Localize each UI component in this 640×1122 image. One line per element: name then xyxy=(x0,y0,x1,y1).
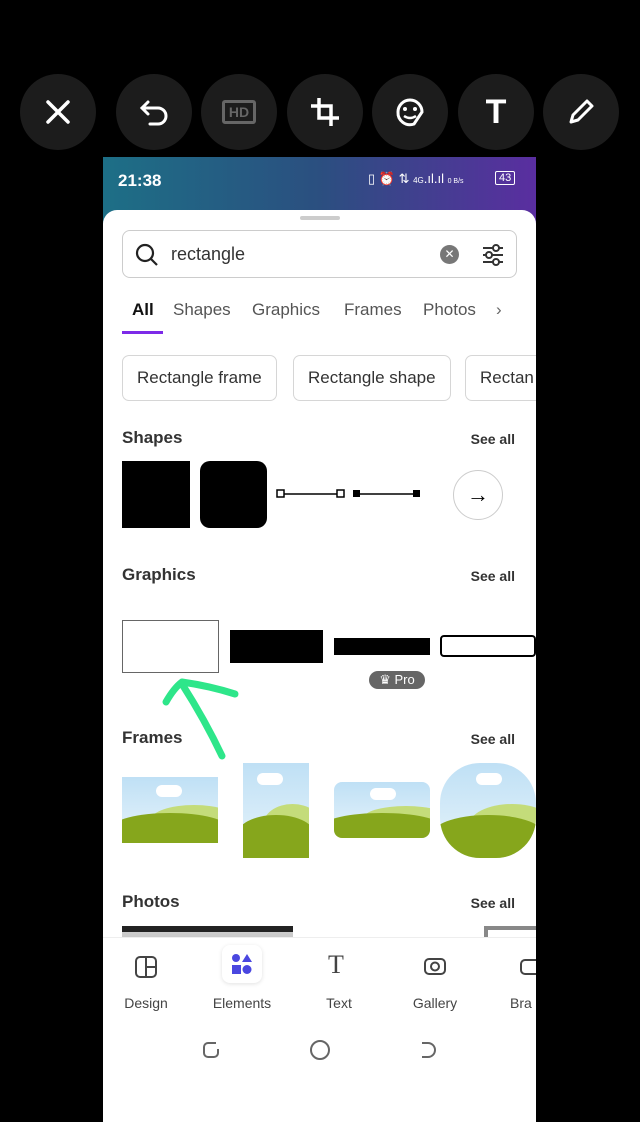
undo-button[interactable] xyxy=(116,74,192,150)
sticker-button[interactable] xyxy=(372,74,448,150)
elements-panel: rectangle ✕ All Shapes Graphics Frames P… xyxy=(103,210,536,1122)
suggestion-chip[interactable]: Rectan xyxy=(465,355,536,401)
pencil-icon xyxy=(569,99,594,124)
close-icon xyxy=(46,100,70,124)
nav-design[interactable]: Design xyxy=(103,995,191,1011)
tab-photos[interactable]: Photos xyxy=(423,300,476,320)
black-bar-graphic[interactable] xyxy=(334,638,430,655)
blob-frame[interactable] xyxy=(440,763,536,858)
undo-icon xyxy=(139,100,168,126)
elements-icon xyxy=(232,954,252,974)
landscape-frame[interactable] xyxy=(122,777,218,843)
rounded-outline-graphic[interactable] xyxy=(440,635,536,657)
nav-elements[interactable]: Elements xyxy=(197,995,287,1011)
search-field[interactable]: rectangle ✕ xyxy=(122,230,517,278)
home-icon[interactable] xyxy=(309,1039,331,1061)
bottom-nav xyxy=(103,937,536,1122)
tab-shapes[interactable]: Shapes xyxy=(173,300,231,320)
more-shapes-arrow-icon[interactable]: → xyxy=(453,470,503,520)
design-icon xyxy=(135,956,157,978)
clear-search-icon[interactable]: ✕ xyxy=(440,245,459,264)
hd-button[interactable]: HD xyxy=(201,74,277,150)
chevron-right-icon[interactable]: › xyxy=(496,300,502,320)
crop-rotate-button[interactable] xyxy=(287,74,363,150)
section-title-shapes: Shapes xyxy=(122,428,183,447)
sticker-icon xyxy=(396,98,424,127)
see-all-shapes[interactable]: See all xyxy=(471,431,515,447)
square-shape[interactable] xyxy=(122,461,190,528)
annotation-arrow-icon xyxy=(162,678,239,760)
tab-all[interactable]: All xyxy=(132,300,154,320)
line-shapes[interactable] xyxy=(275,488,425,500)
see-all-photos[interactable]: See all xyxy=(471,895,515,911)
see-all-frames[interactable]: See all xyxy=(471,731,515,747)
hd-icon: HD xyxy=(221,100,257,124)
nav-gallery[interactable]: Gallery xyxy=(390,995,480,1011)
text-tool-button[interactable]: T xyxy=(458,74,534,150)
rounded-square-shape[interactable] xyxy=(200,461,267,528)
portrait-frame[interactable] xyxy=(243,763,309,858)
pencil-button[interactable] xyxy=(543,74,619,150)
drag-handle[interactable] xyxy=(300,216,340,220)
brand-icon xyxy=(520,959,536,975)
search-icon xyxy=(135,243,158,266)
crop-rotate-icon xyxy=(311,98,339,126)
pro-badge: ♛ Pro xyxy=(369,671,425,689)
close-button[interactable] xyxy=(20,74,96,150)
recent-apps-icon[interactable] xyxy=(201,1040,221,1060)
black-rectangle-graphic[interactable] xyxy=(230,630,323,663)
tab-graphics[interactable]: Graphics xyxy=(252,300,320,320)
nav-brand[interactable]: Bra xyxy=(483,995,536,1011)
see-all-graphics[interactable]: See all xyxy=(471,568,515,584)
phone-screenshot: 21:38 ▯ ⏰ ⇅ 4G.ıl.ıl 0 B/s 43 rectangle … xyxy=(103,157,536,1122)
filter-icon[interactable] xyxy=(481,243,505,267)
section-title-photos: Photos xyxy=(122,892,180,911)
rounded-frame[interactable] xyxy=(334,782,430,838)
text-icon: T xyxy=(485,92,507,131)
back-icon[interactable] xyxy=(417,1040,437,1060)
text-icon: T xyxy=(328,950,344,979)
suggestion-chip[interactable]: Rectangle shape xyxy=(293,355,451,401)
camera-icon xyxy=(424,958,446,975)
battery-indicator: 43 xyxy=(495,171,516,185)
search-input[interactable]: rectangle xyxy=(171,244,245,265)
rectangle-outline-graphic[interactable] xyxy=(122,620,219,673)
suggestion-chip[interactable]: Rectangle frame xyxy=(122,355,277,401)
active-tab-indicator xyxy=(122,331,163,334)
tab-frames[interactable]: Frames xyxy=(344,300,402,320)
section-title-graphics: Graphics xyxy=(122,565,196,584)
nav-text[interactable]: Text xyxy=(294,995,384,1011)
clock: 21:38 xyxy=(118,171,162,190)
status-icons: ▯ ⏰ ⇅ 4G.ıl.ıl 0 B/s xyxy=(368,171,464,186)
